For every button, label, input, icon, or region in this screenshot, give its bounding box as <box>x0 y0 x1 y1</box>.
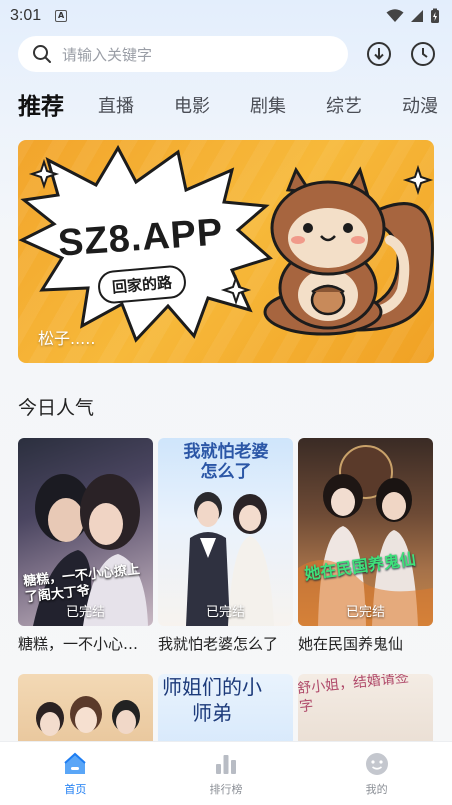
promo-banner[interactable]: SZ8.APP 回家的路 松子..... <box>18 140 434 363</box>
tab-live[interactable]: 直播 <box>98 92 134 124</box>
tab-variety[interactable]: 综艺 <box>326 92 362 124</box>
drama-poster[interactable]: 糖糕，一不小心撩上了阁大丁爷 已完结 <box>18 438 153 626</box>
category-tabs: 推荐 直播 电影 剧集 综艺 动漫 <box>18 88 452 124</box>
nav-profile-label: 我的 <box>365 783 388 796</box>
home-icon <box>64 752 86 774</box>
tab-series[interactable]: 剧集 <box>250 92 286 124</box>
poster-title-art: 舒小姐，结婚请签字 <box>298 674 410 716</box>
ranking-icon <box>216 755 236 774</box>
bottom-nav: 首页 排行榜 我的 <box>0 741 452 805</box>
card-title: 我就怕老婆怎么了 <box>158 635 279 653</box>
search-row: 请输入关键字 <box>18 36 438 72</box>
search-placeholder: 请输入关键字 <box>62 45 153 64</box>
nav-ranking[interactable]: 排行榜 <box>151 742 302 805</box>
status-badge: 已完结 <box>205 605 245 620</box>
nav-profile[interactable]: 我的 <box>301 742 452 805</box>
banner-caption: 松子..... <box>38 329 96 348</box>
nav-home[interactable]: 首页 <box>0 742 151 805</box>
status-bar: 3:01 A <box>0 0 452 32</box>
nav-home-label: 首页 <box>64 783 87 796</box>
history-button[interactable] <box>410 41 436 67</box>
status-badge: 已完结 <box>345 605 385 620</box>
download-button[interactable] <box>366 41 392 67</box>
tab-anime[interactable]: 动漫 <box>402 92 438 124</box>
search-icon <box>33 45 51 63</box>
card-title: 糖糕，一不小心撩上了... <box>18 635 153 653</box>
status-time: 3:01 <box>10 7 42 24</box>
card-title: 她在民国养鬼仙 <box>298 635 404 653</box>
battery-icon <box>431 8 439 23</box>
profile-icon <box>365 753 388 775</box>
status-badge: 已完结 <box>65 605 105 620</box>
drama-poster[interactable]: 她在民国养鬼仙 已完结 <box>298 438 433 626</box>
wifi-icon <box>386 9 404 22</box>
tab-recommend[interactable]: 推荐 <box>18 87 64 124</box>
drama-poster[interactable]: 我就怕老婆怎么了 已完结 <box>158 438 293 626</box>
drama-card[interactable]: 我就怕老婆怎么了 已完结 我就怕老婆怎么了 <box>158 438 293 654</box>
poster-title-art: 师姐们的小师弟 <box>162 675 262 725</box>
search-input[interactable]: 请输入关键字 <box>18 36 348 72</box>
section-title: 今日人气 <box>18 397 95 419</box>
poster-title-art: 我就怕老婆怎么了 <box>183 442 269 482</box>
drama-card[interactable]: 她在民国养鬼仙 已完结 她在民国养鬼仙 <box>298 438 433 654</box>
download-icon <box>367 42 391 66</box>
nav-ranking-label: 排行榜 <box>209 783 243 796</box>
popular-grid: 糖糕，一不小心撩上了阁大丁爷 已完结 糖糕，一不小心撩上了... 我就怕老婆怎么… <box>18 438 434 654</box>
drama-card[interactable]: 糖糕，一不小心撩上了阁大丁爷 已完结 糖糕，一不小心撩上了... <box>18 438 153 654</box>
notification-icon: A <box>55 10 68 22</box>
poster-art <box>298 445 433 626</box>
clock-icon <box>411 42 435 66</box>
signal-icon <box>411 10 423 22</box>
tab-movie[interactable]: 电影 <box>174 92 210 124</box>
